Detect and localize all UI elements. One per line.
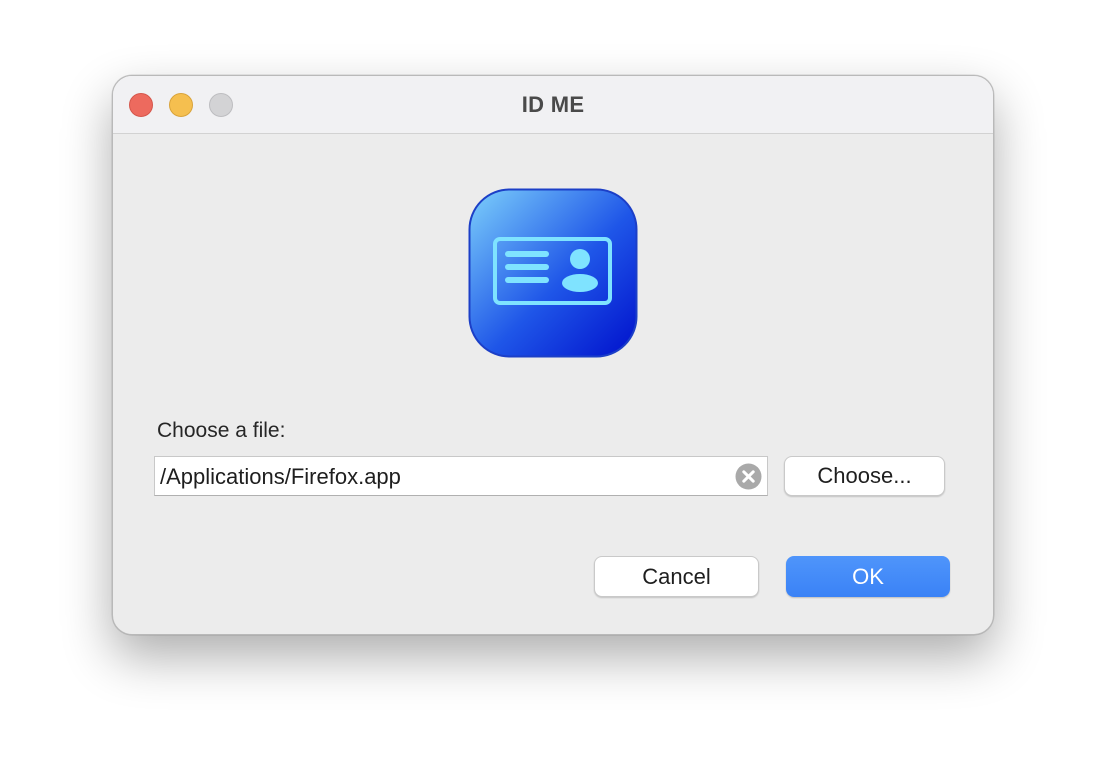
ok-button[interactable]: OK [786,556,950,597]
title-bar[interactable]: ID ME [113,76,993,134]
file-path-field[interactable]: /Applications/Firefox.app [154,456,768,496]
choose-file-label: Choose a file: [157,419,286,442]
cancel-button[interactable]: Cancel [594,556,759,597]
choose-button[interactable]: Choose... [784,456,945,496]
window-title: ID ME [521,92,585,117]
file-path-value[interactable]: /Applications/Firefox.app [160,457,401,495]
dialog-window: ID ME Choose a file: /Applications/Firef… [112,75,994,635]
id-card-app-icon [468,188,638,358]
x-circle-icon[interactable] [735,463,762,490]
